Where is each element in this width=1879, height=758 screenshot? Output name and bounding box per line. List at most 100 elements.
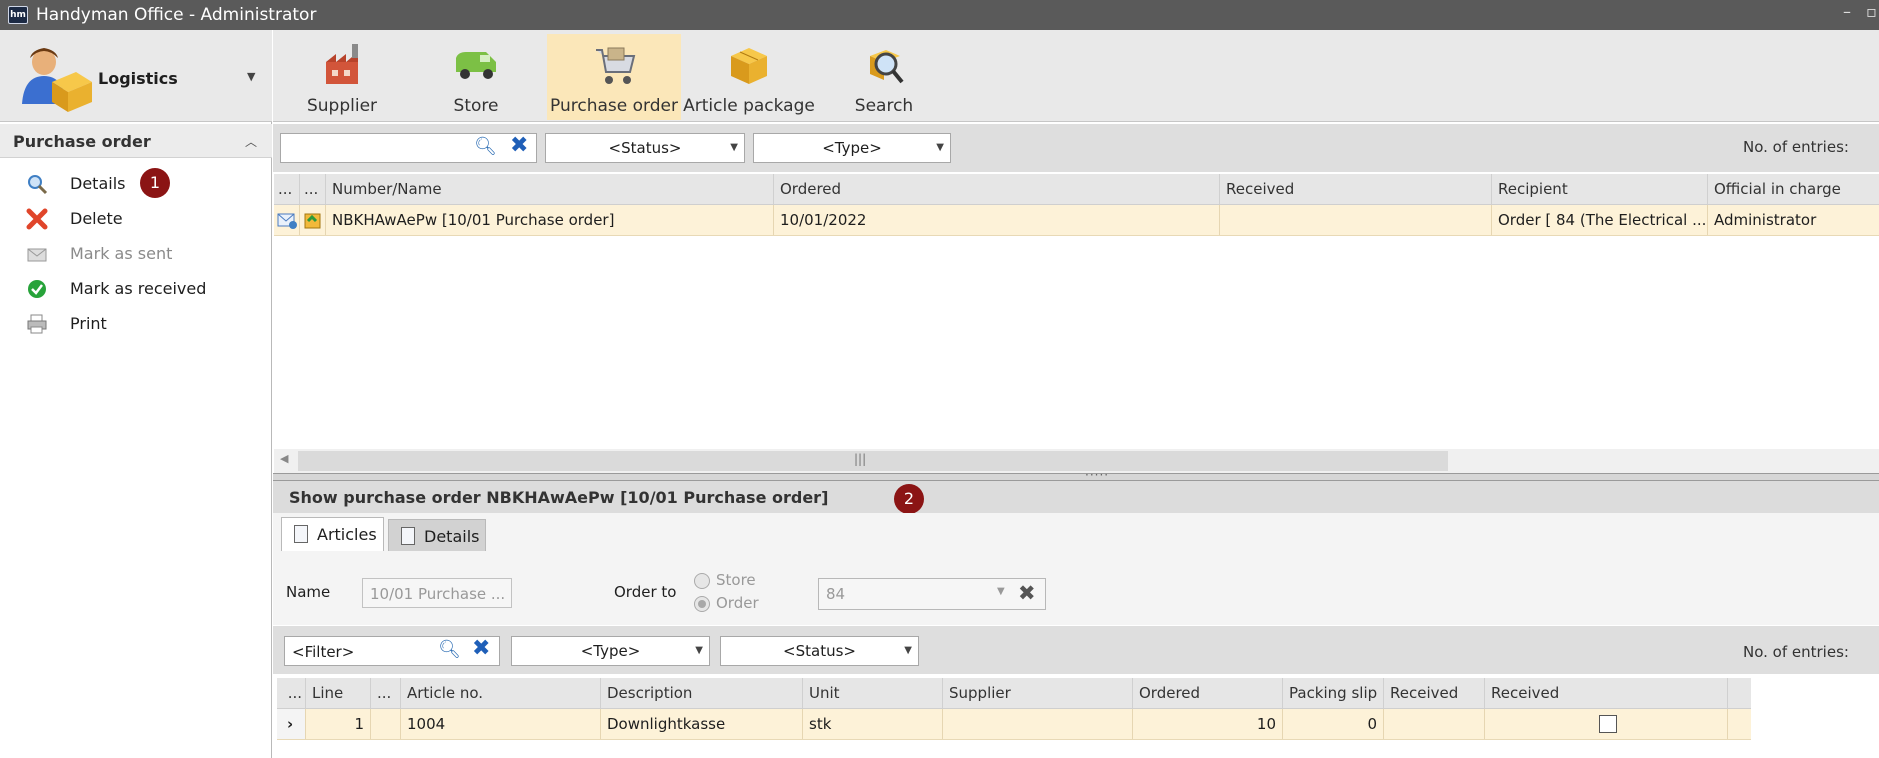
grip-icon: ||| <box>854 452 867 466</box>
column-header-description[interactable]: Description <box>601 678 803 708</box>
module-selector[interactable]: Logistics ▼ <box>0 30 272 122</box>
horizontal-scrollbar[interactable]: ◀ ||| <box>274 449 1879 473</box>
search-icon[interactable]: 🔍︎ <box>438 639 461 660</box>
action-print[interactable]: Print <box>0 307 270 341</box>
cell-number-name: NBKHAwAePw [10/01 Purchase order] <box>326 205 774 235</box>
column-header[interactable]: ... <box>300 174 326 204</box>
column-header[interactable]: ... <box>274 174 300 204</box>
cell-packing-slip: 0 <box>1283 709 1384 739</box>
column-header-recipient[interactable]: Recipient <box>1492 174 1708 204</box>
clear-icon[interactable]: ✖ <box>1018 581 1036 605</box>
received-checkbox[interactable] <box>1599 715 1617 733</box>
entries-count-label: No. of entries: <box>1743 138 1849 156</box>
name-label: Name <box>286 583 331 601</box>
articles-status-dropdown[interactable]: <Status> ▼ <box>720 636 919 666</box>
restore-button[interactable]: ▫ <box>1866 2 1877 21</box>
step-badge-1: 1 <box>140 168 170 198</box>
table-row[interactable]: › 1 1004 Downlightkasse stk 10 0 <box>277 709 1751 740</box>
column-header[interactable]: ... <box>277 678 306 708</box>
radio-store[interactable] <box>694 573 710 589</box>
pane-splitter[interactable]: ····· <box>273 468 1879 482</box>
type-filter-dropdown[interactable]: <Type> ▼ <box>753 133 951 163</box>
column-header-supplier[interactable]: Supplier <box>943 678 1133 708</box>
collapse-caret-icon[interactable]: ︿ <box>245 133 257 150</box>
cell-line: 1 <box>306 709 371 739</box>
column-header-ordered[interactable]: Ordered <box>1133 678 1283 708</box>
factory-icon <box>326 44 358 84</box>
cell-official: Administrator <box>1714 211 1817 229</box>
column-header-unit[interactable]: Unit <box>803 678 943 708</box>
scroll-left-arrow-icon[interactable]: ◀ <box>280 452 288 465</box>
clear-search-icon[interactable]: ✖ <box>510 133 528 158</box>
column-header-number-name[interactable]: Number/Name <box>326 174 774 204</box>
articles-type-dropdown[interactable]: <Type> ▼ <box>511 636 710 666</box>
clear-filter-icon[interactable]: ✖ <box>472 636 490 661</box>
status-filter-dropdown[interactable]: <Status> ▼ <box>545 133 745 163</box>
column-header-received[interactable]: Received <box>1384 678 1485 708</box>
chevron-down-icon: ▼ <box>997 586 1005 597</box>
dropdown-value: <Status> <box>783 642 856 660</box>
step-badge-2: 2 <box>894 484 924 514</box>
minimize-button[interactable]: – <box>1843 2 1851 21</box>
action-delete[interactable]: Delete <box>0 202 270 236</box>
document-icon <box>294 525 308 543</box>
ribbon-label: Search <box>854 96 914 116</box>
ribbon-article-package-button[interactable]: Article package <box>682 34 816 120</box>
chevron-down-icon: ▼ <box>695 645 703 656</box>
action-label: Delete <box>70 209 123 228</box>
name-field-value: 10/01 Purchase ... <box>370 585 506 603</box>
articles-grid-header: ... Line ... Article no. Description Uni… <box>277 678 1751 709</box>
column-header-article-no[interactable]: Article no. <box>401 678 601 708</box>
order-to-dropdown[interactable]: 84 ▼ ✖ <box>818 578 1046 610</box>
chevron-down-icon: ▼ <box>904 645 912 656</box>
ribbon-label: Purchase order <box>550 96 678 116</box>
document-icon <box>401 527 415 545</box>
cell-supplier <box>943 709 1133 739</box>
column-header[interactable]: ... <box>371 678 401 708</box>
action-label: Mark as sent <box>70 244 173 263</box>
search-icon[interactable]: 🔍︎ <box>474 136 497 157</box>
column-header-packing-slip[interactable]: Packing slip <box>1283 678 1384 708</box>
cell-ordered: 10/01/2022 <box>774 205 1220 235</box>
radio-order[interactable] <box>694 596 710 612</box>
ribbon-label: Article package <box>683 96 815 116</box>
name-field[interactable]: 10/01 Purchase ... <box>362 578 512 608</box>
ribbon-label: Store <box>453 96 499 116</box>
section-header[interactable]: Purchase order ︿ <box>0 124 272 158</box>
radio-store-label: Store <box>716 571 756 589</box>
table-row[interactable]: NBKHAwAePw [10/01 Purchase order] 10/01/… <box>274 205 1879 236</box>
tab-articles[interactable]: Articles <box>281 517 384 551</box>
row-package-icon <box>300 205 326 235</box>
orders-search-input[interactable] <box>280 133 537 163</box>
printer-icon <box>26 313 48 335</box>
action-mark-as-sent[interactable]: Mark as sent <box>0 237 270 271</box>
chevron-down-icon: ▼ <box>730 142 738 153</box>
envelope-icon <box>26 243 48 265</box>
row-selector-arrow-icon[interactable]: › <box>277 709 306 739</box>
chevron-down-icon[interactable]: ▼ <box>247 70 255 83</box>
filter-value: <Filter> <box>292 643 355 661</box>
ribbon-search-button[interactable]: Search <box>817 34 951 120</box>
scrollbar-thumb[interactable]: ||| <box>298 451 1448 471</box>
action-label: Details <box>70 174 126 193</box>
column-header-received-check[interactable]: Received <box>1485 678 1728 708</box>
van-icon <box>456 52 496 79</box>
splitter-grip-icon: ····· <box>1085 468 1110 482</box>
column-header-received[interactable]: Received <box>1220 174 1492 204</box>
red-x-icon <box>26 208 48 230</box>
articles-filter-input[interactable]: <Filter> <box>284 636 500 666</box>
chevron-down-icon: ▼ <box>936 142 944 153</box>
action-details[interactable]: Details <box>0 167 270 201</box>
ribbon-store-button[interactable]: Store <box>409 34 543 120</box>
order-to-label: Order to <box>614 583 677 601</box>
column-header-ordered[interactable]: Ordered <box>774 174 1220 204</box>
dropdown-value: <Status> <box>608 139 682 157</box>
dropdown-value: <Type> <box>580 642 641 660</box>
column-header-official[interactable]: Official in charge <box>1708 174 1879 204</box>
tab-details[interactable]: Details <box>388 519 486 551</box>
ribbon-supplier-button[interactable]: Supplier <box>275 34 409 120</box>
action-mark-as-received[interactable]: Mark as received <box>0 272 270 306</box>
ribbon-purchase-order-button[interactable]: Purchase order <box>547 34 681 120</box>
tab-strip <box>273 513 1879 551</box>
column-header-line[interactable]: Line <box>306 678 371 708</box>
